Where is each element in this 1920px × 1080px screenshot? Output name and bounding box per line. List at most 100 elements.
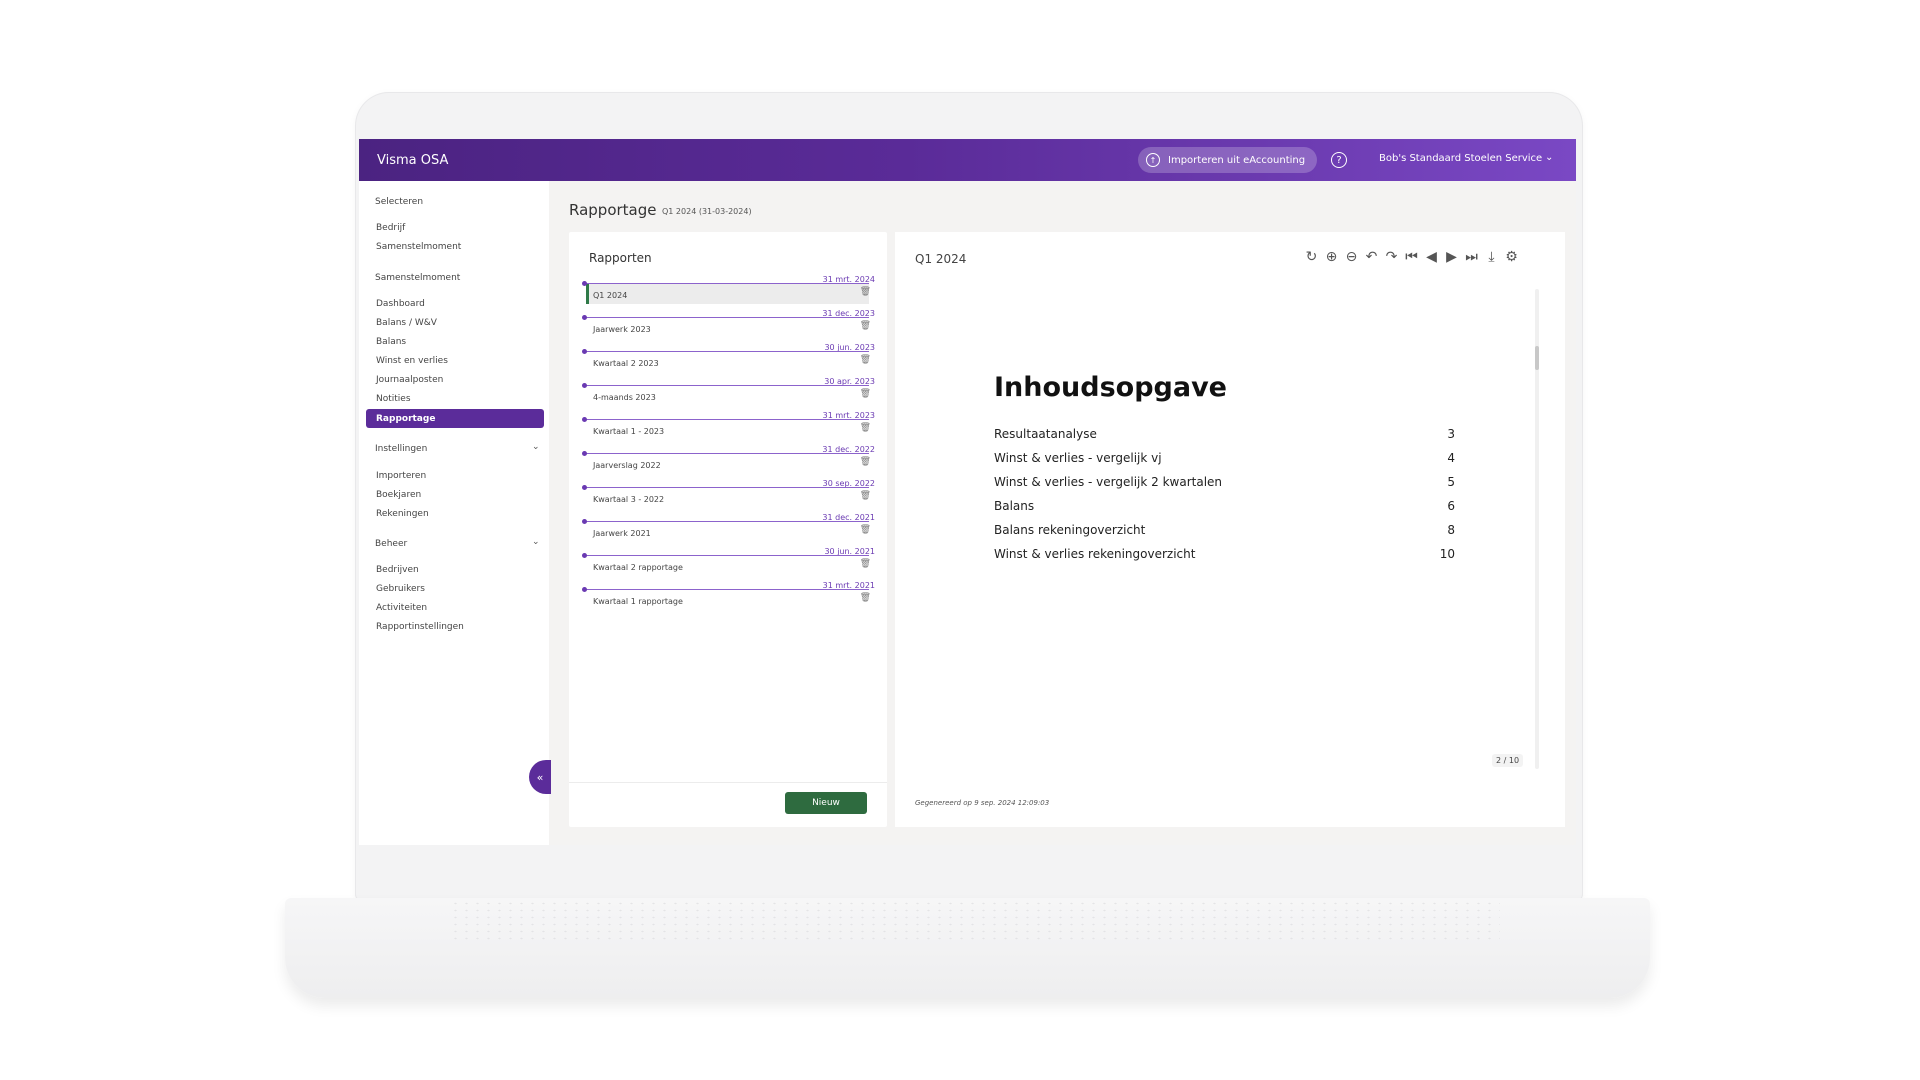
report-item[interactable]: 30 jun. 2023 Kwartaal 2 2023 🗑 (582, 343, 879, 375)
timeline-dot (582, 519, 587, 524)
report-item[interactable]: 30 jun. 2021 Kwartaal 2 rapportage 🗑 (582, 547, 879, 579)
sidebar-item-profit-loss[interactable]: Winst en verlies (376, 356, 448, 366)
page-subtitle: Q1 2024 (31-03-2024) (662, 207, 752, 216)
first-page-icon[interactable]: ⏮ (1403, 248, 1420, 265)
import-eaccounting-button[interactable]: ↑ Importeren uit eAccounting (1138, 147, 1317, 173)
sidebar-item-balance-pl[interactable]: Balans / W&V (376, 318, 437, 328)
sidebar-item-notes[interactable]: Notities (376, 394, 411, 404)
sidebar-item-company[interactable]: Bedrijf (376, 223, 405, 233)
rotate-right-icon[interactable]: ↷ (1383, 248, 1400, 265)
toc-page: 4 (1447, 451, 1455, 465)
chevron-down-icon[interactable]: ⌄ (1545, 152, 1553, 163)
trash-icon[interactable]: 🗑 (860, 593, 871, 603)
company-selector[interactable]: Bob's Standaard Stoelen Service (1379, 153, 1542, 164)
sidebar-item-dashboard[interactable]: Dashboard (376, 299, 425, 309)
sidebar-item-journal[interactable]: Journaalposten (376, 375, 443, 385)
selection-highlight (586, 284, 869, 304)
app-title: Visma OSA (377, 152, 449, 168)
refresh-icon[interactable]: ↻ (1303, 248, 1320, 265)
timeline-dot (582, 485, 587, 490)
trash-icon[interactable]: 🗑 (860, 559, 871, 569)
timeline-line (584, 487, 869, 488)
sidebar-item-activities[interactable]: Activiteiten (376, 603, 427, 613)
sidebar-item-accounts[interactable]: Rekeningen (376, 509, 429, 519)
timeline-dot (582, 417, 587, 422)
toc-label: Winst & verlies - vergelijk vj (994, 451, 1162, 465)
trash-icon[interactable]: 🗑 (860, 321, 871, 331)
toc-label: Winst & verlies rekeningoverzicht (994, 547, 1196, 561)
sidebar-item-fiscal-years[interactable]: Boekjaren (376, 490, 421, 500)
timeline-line (584, 589, 869, 590)
sidebar-item-report-settings[interactable]: Rapportinstellingen (376, 622, 464, 632)
toc-entry[interactable]: Winst & verlies - vergelijk 2 kwartalen … (994, 475, 1455, 489)
report-name: Jaarwerk 2021 (593, 529, 651, 538)
chevron-down-icon[interactable]: ⌄ (532, 537, 540, 547)
app-screen: Visma OSA ↑ Importeren uit eAccounting ?… (359, 139, 1576, 845)
toc-entry[interactable]: Balans 6 (994, 499, 1455, 513)
report-item[interactable]: 31 dec. 2021 Jaarwerk 2021 🗑 (582, 513, 879, 545)
report-name: Jaarverslag 2022 (593, 461, 661, 470)
sidebar-item-companies[interactable]: Bedrijven (376, 565, 419, 575)
toc-label: Balans (994, 499, 1035, 513)
report-name: 4-maands 2023 (593, 393, 656, 402)
help-icon[interactable]: ? (1331, 152, 1347, 168)
sidebar-heading-moment: Samenstelmoment (375, 273, 461, 283)
previous-page-icon[interactable]: ◀ (1423, 248, 1440, 265)
timeline-line (584, 317, 869, 318)
sidebar-item-moment-select[interactable]: Samenstelmoment (376, 242, 461, 252)
report-viewer: Q1 2024 ↻ ⊕ ⊖ ↶ ↷ ⏮ ◀ ▶ ⏭ ⤓ ⚙ Inhoudsopg… (895, 232, 1565, 827)
timeline-dot (582, 587, 587, 592)
trash-icon[interactable]: 🗑 (860, 457, 871, 467)
report-name: Kwartaal 2 rapportage (593, 563, 683, 572)
page-title: Rapportage (569, 201, 657, 219)
report-item[interactable]: 30 apr. 2023 4-maands 2023 🗑 (582, 377, 879, 409)
rotate-left-icon[interactable]: ↶ (1363, 248, 1380, 265)
toc-entry[interactable]: Winst & verlies - vergelijk vj 4 (994, 451, 1455, 465)
trash-icon[interactable]: 🗑 (860, 355, 871, 365)
sidebar-item-reporting[interactable]: Rapportage (366, 409, 544, 428)
next-page-icon[interactable]: ▶ (1443, 248, 1460, 265)
report-item[interactable]: 31 mrt. 2021 Kwartaal 1 rapportage 🗑 (582, 581, 879, 613)
report-item[interactable]: 31 dec. 2023 Jaarwerk 2023 🗑 (582, 309, 879, 341)
zoom-out-icon[interactable]: ⊖ (1343, 248, 1360, 265)
timeline-dot (582, 383, 587, 388)
sidebar-item-users[interactable]: Gebruikers (376, 584, 425, 594)
trash-icon[interactable]: 🗑 (860, 491, 871, 501)
report-item[interactable]: 31 dec. 2022 Jaarverslag 2022 🗑 (582, 445, 879, 477)
sidebar-heading-select: Selecteren (375, 197, 424, 207)
toc-page: 8 (1447, 523, 1455, 537)
sidebar-heading-settings[interactable]: Instellingen (375, 444, 427, 454)
sidebar-item-import[interactable]: Importeren (376, 471, 426, 481)
trash-icon[interactable]: 🗑 (860, 287, 871, 297)
toc-entry[interactable]: Resultaatanalyse 3 (994, 427, 1455, 441)
sidebar: Selecteren Bedrijf Samenstelmoment Samen… (359, 181, 549, 845)
trash-icon[interactable]: 🗑 (860, 389, 871, 399)
sidebar-heading-manage[interactable]: Beheer (375, 539, 407, 549)
timeline-dot (582, 451, 587, 456)
toc-entry[interactable]: Balans rekeningoverzicht 8 (994, 523, 1455, 537)
report-item[interactable]: 31 mrt. 2024 Q1 2024 🗑 (582, 275, 879, 307)
keyboard-texture (450, 900, 1500, 940)
scrollbar-thumb[interactable] (1535, 346, 1539, 370)
sidebar-item-balance[interactable]: Balans (376, 337, 406, 347)
timeline-dot (582, 281, 587, 286)
trash-icon[interactable]: 🗑 (860, 525, 871, 535)
trash-icon[interactable]: 🗑 (860, 423, 871, 433)
report-item[interactable]: 31 mrt. 2023 Kwartaal 1 - 2023 🗑 (582, 411, 879, 443)
toc-page: 6 (1447, 499, 1455, 513)
timeline-line (584, 521, 869, 522)
reports-footer-divider (569, 782, 887, 783)
top-bar: Visma OSA ↑ Importeren uit eAccounting ?… (359, 139, 1576, 181)
last-page-icon[interactable]: ⏭ (1463, 248, 1480, 265)
new-report-button[interactable]: Nieuw (785, 792, 867, 814)
report-item[interactable]: 30 sep. 2022 Kwartaal 3 - 2022 🗑 (582, 479, 879, 511)
toc-label: Resultaatanalyse (994, 427, 1097, 441)
document-settings-icon[interactable]: ⚙ (1503, 248, 1520, 265)
timeline-dot (582, 349, 587, 354)
zoom-in-icon[interactable]: ⊕ (1323, 248, 1340, 265)
chevron-down-icon[interactable]: ⌄ (532, 442, 540, 452)
toc-entry[interactable]: Winst & verlies rekeningoverzicht 10 (994, 547, 1455, 561)
timeline-dot (582, 315, 587, 320)
download-icon[interactable]: ⤓ (1483, 248, 1500, 265)
report-name: Q1 2024 (593, 291, 628, 300)
